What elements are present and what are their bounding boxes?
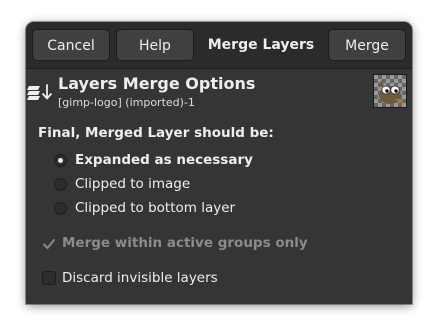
image-name: [gimp-logo] (imported)-1 <box>58 96 195 109</box>
wilber-thumbnail-icon <box>378 80 404 105</box>
radio-button-checked[interactable] <box>54 153 67 167</box>
checkbox-label: Discard invisible layers <box>62 270 218 286</box>
checkmark-icon <box>43 239 55 249</box>
image-thumbnail <box>373 74 407 108</box>
cancel-button[interactable]: Cancel <box>32 29 110 61</box>
help-button[interactable]: Help <box>116 29 194 61</box>
merge-within-groups-option[interactable]: Merge within active groups only <box>42 233 308 253</box>
checkbox-label: Merge within active groups only <box>62 235 308 251</box>
radio-label: Expanded as necessary <box>75 152 253 168</box>
dialog-title: Merge Layers <box>207 37 315 53</box>
radio-clipped-to-bottom-layer[interactable]: Clipped to bottom layer <box>54 198 235 218</box>
radio-expanded-as-necessary[interactable]: Expanded as necessary <box>54 150 253 170</box>
dialog-header-bar: Cancel Help Merge Layers Merge <box>26 22 412 69</box>
options-title: Layers Merge Options <box>58 74 256 93</box>
radio-button[interactable] <box>54 177 67 191</box>
radio-button[interactable] <box>54 201 67 215</box>
checkbox[interactable] <box>42 271 56 285</box>
merge-layers-dialog: Cancel Help Merge Layers Merge Layers Me… <box>26 22 412 304</box>
merge-button[interactable]: Merge <box>328 29 406 61</box>
radio-label: Clipped to image <box>75 176 191 192</box>
merge-layers-icon <box>27 84 52 100</box>
final-layer-label: Final, Merged Layer should be: <box>38 125 274 141</box>
checkbox-checked-disabled[interactable] <box>42 236 56 250</box>
radio-clipped-to-image[interactable]: Clipped to image <box>54 174 190 194</box>
discard-invisible-option[interactable]: Discard invisible layers <box>42 268 218 288</box>
radio-label: Clipped to bottom layer <box>75 200 236 216</box>
